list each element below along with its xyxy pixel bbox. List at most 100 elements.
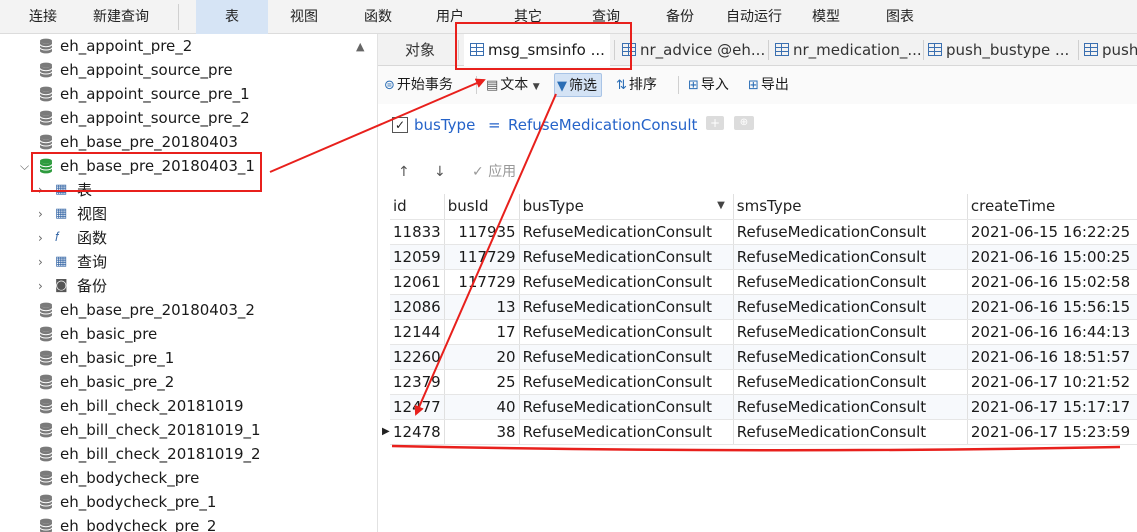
database-item[interactable]: eh_base_pre_20180403_2: [0, 298, 350, 322]
filter-button[interactable]: ▼ 筛选: [554, 73, 602, 97]
database-item[interactable]: eh_bill_check_20181019_1: [0, 418, 350, 442]
table-cell[interactable]: RefuseMedicationConsult: [733, 344, 968, 370]
table-row[interactable]: 12477 40 RefuseMedicationConsult RefuseMedi…: [390, 394, 1137, 420]
database-item[interactable]: eh_appoint_source_pre_1: [0, 82, 350, 106]
table-cell[interactable]: RefuseMedicationConsult: [519, 394, 734, 420]
database-item[interactable]: eh_base_pre_20180403: [0, 130, 350, 154]
table-cell[interactable]: 117935: [444, 219, 520, 245]
text-view-button[interactable]: ▤ 文本 ▼: [486, 73, 540, 97]
chevron-right-icon[interactable]: ›: [38, 226, 43, 250]
filter-field[interactable]: busType: [414, 115, 475, 135]
table-cell[interactable]: 2021-06-17 15:23:59: [967, 419, 1137, 445]
table-cell[interactable]: 2021-06-16 16:44:13: [967, 319, 1137, 345]
table-cell[interactable]: RefuseMedicationConsult: [733, 294, 968, 320]
toolbar-new-query-button[interactable]: 新建查询: [84, 0, 158, 34]
table-cell[interactable]: RefuseMedicationConsult: [519, 244, 734, 270]
object-group-item[interactable]: › ▦ 表: [0, 178, 350, 202]
column-header[interactable]: busId: [444, 194, 520, 220]
table-row[interactable]: 11833 117935 RefuseMedicationConsult Refuse…: [390, 219, 1137, 245]
table-cell[interactable]: 12086: [390, 294, 445, 320]
table-row[interactable]: 12061 117729 RefuseMedicationConsult Refuse…: [390, 269, 1137, 295]
object-group-item[interactable]: › 𝑓 函数: [0, 226, 350, 250]
table-cell[interactable]: 2021-06-16 18:51:57: [967, 344, 1137, 370]
tab-push-bustype[interactable]: push_bustype ...: [928, 34, 1078, 66]
toolbar-automation-button[interactable]: 自动运行: [718, 0, 790, 34]
table-cell[interactable]: RefuseMedicationConsult: [733, 269, 968, 295]
table-cell[interactable]: 12059: [390, 244, 445, 270]
database-item[interactable]: eh_basic_pre_1: [0, 346, 350, 370]
add-condition-button[interactable]: +: [706, 116, 724, 130]
table-cell[interactable]: 12379: [390, 369, 445, 395]
column-header[interactable]: smsType: [733, 194, 968, 220]
database-item[interactable]: eh_appoint_source_pre_2: [0, 106, 350, 130]
table-cell[interactable]: 2021-06-17 10:21:52: [967, 369, 1137, 395]
table-cell[interactable]: RefuseMedicationConsult: [519, 344, 734, 370]
toolbar-backup-button[interactable]: 备份: [650, 0, 710, 34]
chevron-down-icon[interactable]: ⌵: [20, 154, 29, 178]
table-row[interactable]: 12260 20 RefuseMedicationConsult RefuseMedi…: [390, 344, 1137, 370]
tab-push[interactable]: push: [1084, 34, 1137, 66]
column-header[interactable]: id: [390, 194, 445, 220]
table-cell[interactable]: RefuseMedicationConsult: [519, 219, 734, 245]
begin-transaction-button[interactable]: ⊜ 开始事务: [384, 73, 453, 97]
table-cell[interactable]: 2021-06-16 15:56:15: [967, 294, 1137, 320]
table-cell[interactable]: 12061: [390, 269, 445, 295]
table-cell[interactable]: 25: [444, 369, 520, 395]
move-up-button[interactable]: ↑: [398, 162, 410, 182]
table-cell[interactable]: RefuseMedicationConsult: [519, 419, 734, 445]
table-cell[interactable]: 117729: [444, 269, 520, 295]
database-item[interactable]: eh_bill_check_20181019: [0, 394, 350, 418]
table-cell[interactable]: RefuseMedicationConsult: [519, 269, 734, 295]
chevron-right-icon[interactable]: ›: [38, 274, 43, 298]
toolbar-function-button[interactable]: 函数: [348, 0, 408, 34]
table-cell[interactable]: 40: [444, 394, 520, 420]
chevron-right-icon[interactable]: ›: [38, 250, 43, 274]
table-cell[interactable]: 11833: [390, 219, 445, 245]
table-row[interactable]: 12478 38 RefuseMedicationConsult RefuseMedi…: [390, 419, 1137, 445]
scroll-up-icon[interactable]: ▲: [356, 40, 364, 53]
table-row[interactable]: 12379 25 RefuseMedicationConsult RefuseMedi…: [390, 369, 1137, 395]
apply-button[interactable]: ✓ 应用: [472, 162, 516, 182]
table-cell[interactable]: 17: [444, 319, 520, 345]
toolbar-table-button[interactable]: 表: [196, 0, 268, 34]
table-cell[interactable]: RefuseMedicationConsult: [519, 294, 734, 320]
filter-value[interactable]: RefuseMedicationConsult: [508, 115, 697, 135]
toolbar-query-button[interactable]: 查询: [576, 0, 636, 34]
table-cell[interactable]: 20: [444, 344, 520, 370]
object-group-item[interactable]: › ▦ 视图: [0, 202, 350, 226]
export-button[interactable]: ⊞ 导出: [748, 73, 789, 97]
column-filter-icon[interactable]: ▼: [717, 200, 725, 211]
table-cell[interactable]: 2021-06-16 15:02:58: [967, 269, 1137, 295]
chevron-right-icon[interactable]: ›: [38, 202, 43, 226]
toolbar-user-button[interactable]: 用户: [420, 0, 480, 34]
database-item[interactable]: ⌵ eh_base_pre_20180403_1: [0, 154, 350, 178]
table-cell[interactable]: 12260: [390, 344, 445, 370]
toolbar-other-button[interactable]: 其它: [498, 0, 558, 34]
table-cell[interactable]: RefuseMedicationConsult: [733, 319, 968, 345]
table-cell[interactable]: RefuseMedicationConsult: [733, 369, 968, 395]
tab-nr-medication[interactable]: nr_medication_...: [775, 34, 923, 66]
database-item[interactable]: eh_bodycheck_pre: [0, 466, 350, 490]
import-button[interactable]: ⊞ 导入: [688, 73, 729, 97]
column-header[interactable]: busType ▼: [519, 194, 734, 220]
database-item[interactable]: eh_basic_pre: [0, 322, 350, 346]
database-item[interactable]: eh_bodycheck_pre_2: [0, 514, 350, 532]
table-row[interactable]: 12059 117729 RefuseMedicationConsult Refuse…: [390, 244, 1137, 270]
toolbar-view-button[interactable]: 视图: [274, 0, 334, 34]
object-group-item[interactable]: › ▦ 查询: [0, 250, 350, 274]
filter-enabled-checkbox[interactable]: ✓: [392, 117, 408, 133]
sort-button[interactable]: ⇅ 排序: [616, 73, 657, 97]
database-item[interactable]: eh_bodycheck_pre_1: [0, 490, 350, 514]
tab-objects[interactable]: 对象: [390, 34, 450, 66]
table-row[interactable]: 12144 17 RefuseMedicationConsult RefuseMedi…: [390, 319, 1137, 345]
table-cell[interactable]: RefuseMedicationConsult: [519, 369, 734, 395]
table-row[interactable]: 12086 13 RefuseMedicationConsult RefuseMedi…: [390, 294, 1137, 320]
toolbar-chart-button[interactable]: 图表: [870, 0, 930, 34]
database-item[interactable]: eh_basic_pre_2: [0, 370, 350, 394]
database-item[interactable]: eh_bill_check_20181019_2: [0, 442, 350, 466]
table-cell[interactable]: 38: [444, 419, 520, 445]
column-header[interactable]: createTime: [967, 194, 1137, 220]
tab-msg-smsinfo[interactable]: msg_smsinfo ...: [464, 34, 610, 66]
move-down-button[interactable]: ↓: [434, 162, 446, 182]
object-group-item[interactable]: › ◙ 备份: [0, 274, 350, 298]
